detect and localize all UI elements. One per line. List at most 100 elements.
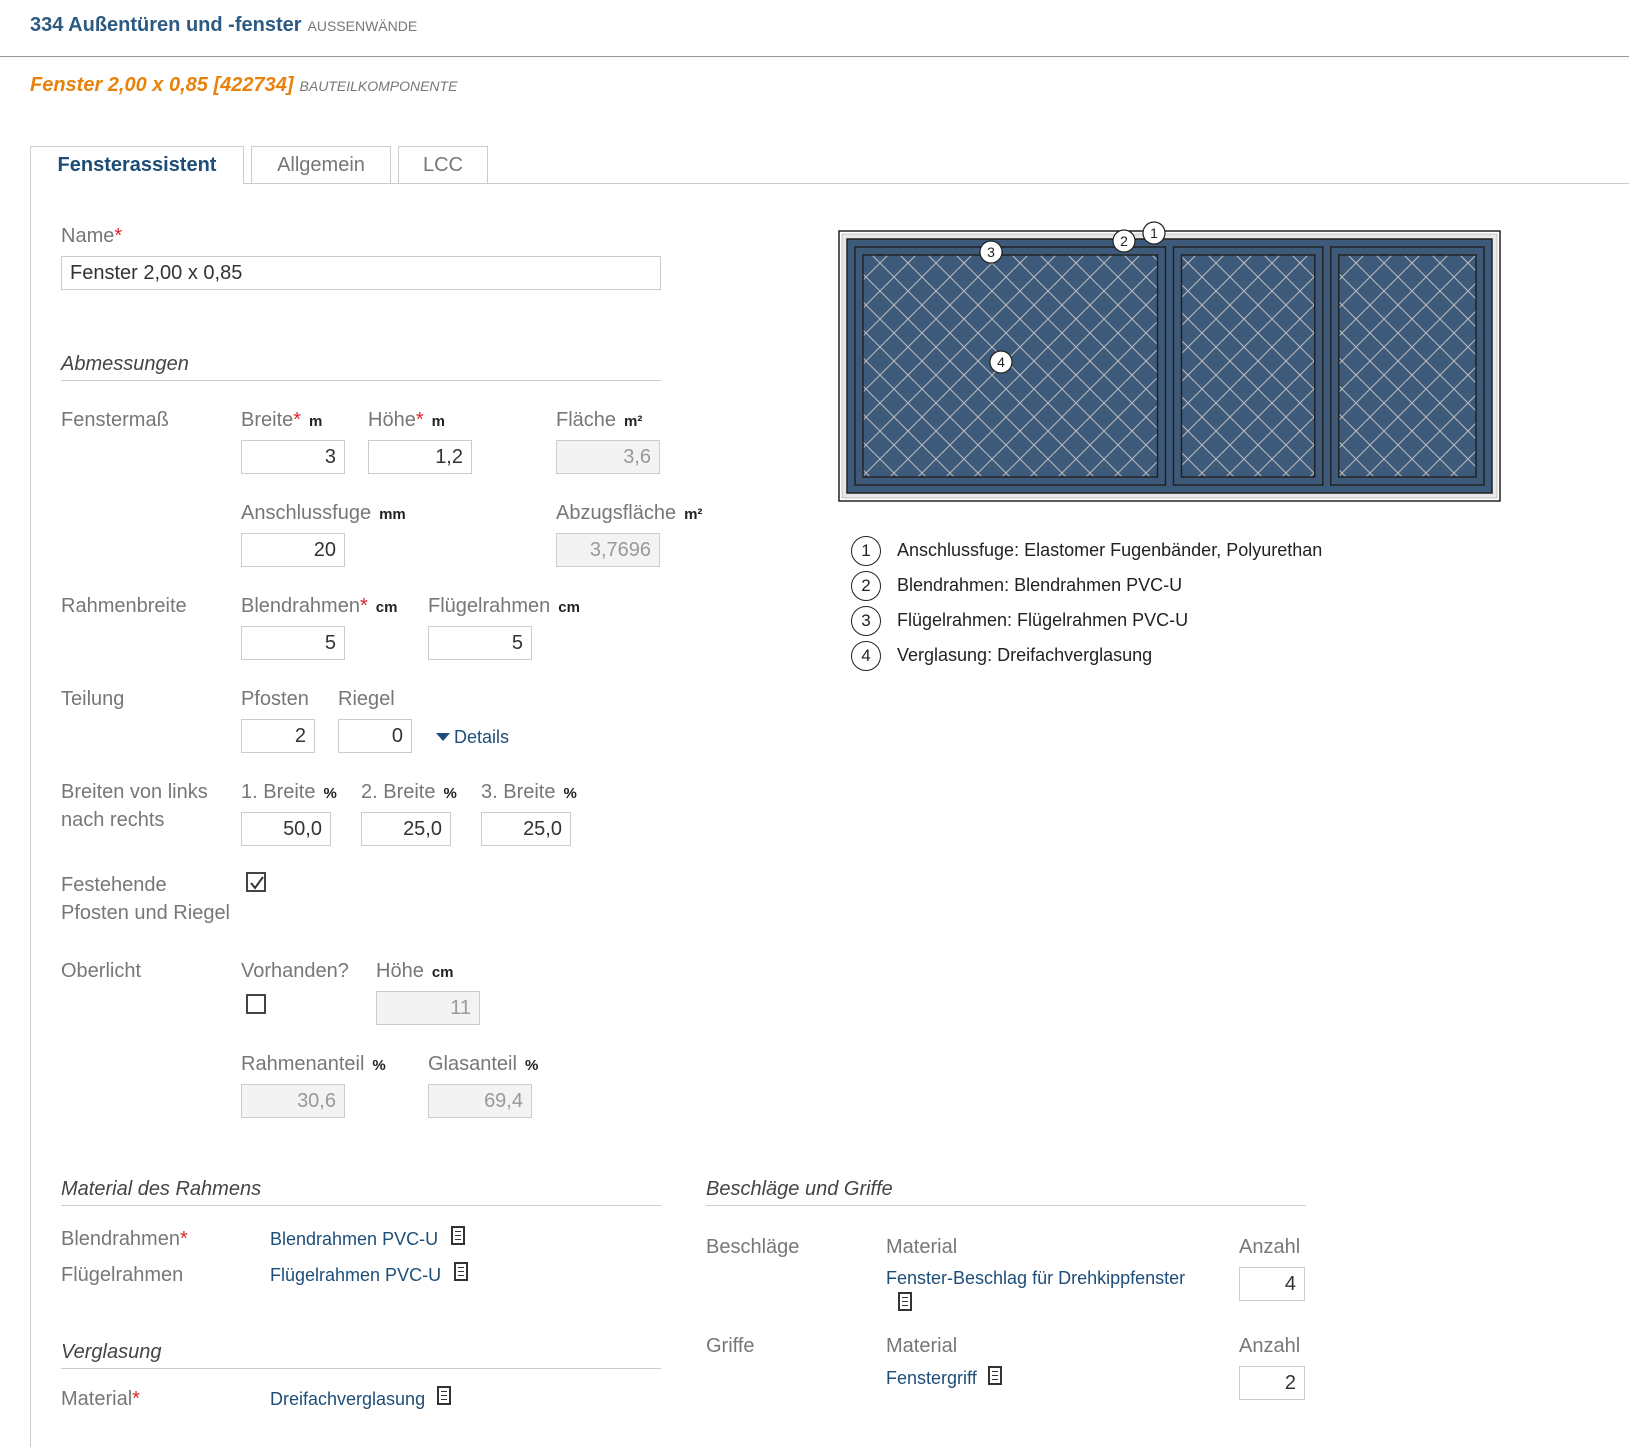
category-subtitle: AUSSENWÄNDE	[307, 18, 418, 34]
document-icon[interactable]	[454, 1262, 468, 1281]
glass-pane	[1338, 254, 1477, 478]
oberlicht-vorhanden-checkbox[interactable]	[246, 994, 266, 1014]
blendrahmen-breite-label: Blendrahmen* cm	[241, 595, 398, 617]
griffe-material-link[interactable]: Fenstergriff	[886, 1368, 977, 1389]
breite-1-input[interactable]: 50,0	[241, 812, 331, 846]
oberlicht-hoehe-input: 11	[376, 991, 480, 1025]
section-divider	[706, 1205, 1306, 1206]
legend-text: Anschlussfuge: Elastomer Fugenbänder, Po…	[897, 540, 1323, 560]
beschlaege-anzahl-input[interactable]: 4	[1239, 1267, 1305, 1301]
abzugsflaeche-value: 3,7696	[556, 533, 660, 567]
anschlussfuge-label: Anschlussfuge mm	[241, 502, 406, 524]
name-input[interactable]: Fenster 2,00 x 0,85	[61, 256, 661, 290]
breite-1-label: 1. Breite%	[241, 781, 337, 803]
name-label: Name*	[61, 225, 123, 247]
tab-lcc[interactable]: LCC	[398, 146, 488, 183]
festehende-label-line2: Pfosten und Riegel	[61, 902, 231, 924]
riegel-label: Riegel	[338, 688, 395, 710]
glass-pane	[1180, 254, 1316, 478]
document-icon[interactable]	[988, 1366, 1002, 1385]
legend-number: 2	[851, 571, 881, 601]
section-verglasung: Verglasung	[61, 1341, 162, 1363]
material-blendrahmen-label: Blendrahmen*	[61, 1228, 188, 1250]
rahmenbreite-label: Rahmenbreite	[61, 595, 187, 617]
header-divider	[0, 56, 1629, 57]
section-beschlaege-griffe: Beschläge und Griffe	[706, 1178, 893, 1200]
document-icon[interactable]	[437, 1386, 451, 1405]
abzugsflaeche-label: Abzugsfläche m²	[556, 502, 703, 524]
breite-2-input[interactable]: 25,0	[361, 812, 451, 846]
blendrahmen-breite-input[interactable]: 5	[241, 626, 345, 660]
marker-number: 3	[987, 244, 995, 260]
glasanteil-label: Glasanteil%	[428, 1053, 539, 1075]
category-title: 334 Außentüren und -fenster	[30, 14, 302, 36]
griffe-anzahl-input[interactable]: 2	[1239, 1366, 1305, 1400]
breite-2-label: 2. Breite%	[361, 781, 457, 803]
caret-down-icon	[436, 733, 450, 741]
marker-number: 2	[1120, 233, 1128, 249]
legend-number: 3	[851, 606, 881, 636]
marker-number: 4	[997, 354, 1005, 370]
festehende-checkbox[interactable]	[246, 872, 266, 892]
breiten-label-line2: nach rechts	[61, 809, 165, 831]
marker-number: 1	[1150, 225, 1158, 241]
tab-allgemein[interactable]: Allgemein	[251, 146, 391, 183]
material-fluegelrahmen-link[interactable]: Flügelrahmen PVC-U	[270, 1265, 441, 1286]
oberlicht-hoehe-label: Höhe cm	[376, 960, 454, 982]
breite-input[interactable]: 3	[241, 440, 345, 474]
component-type: BAUTEILKOMPONENTE	[299, 78, 458, 94]
component-name: Fenster 2,00 x 0,85 [422734]	[30, 74, 294, 96]
beschlaege-material-link[interactable]: Fenster-Beschlag für Drehkippfenster	[886, 1268, 1185, 1289]
legend-text: Verglasung: Dreifachverglasung	[897, 645, 1153, 665]
beschlaege-anzahl-label: Anzahl	[1239, 1236, 1301, 1258]
material-blendrahmen-link[interactable]: Blendrahmen PVC-U	[270, 1229, 438, 1250]
breite-3-input[interactable]: 25,0	[481, 812, 571, 846]
material-fluegelrahmen-label: Flügelrahmen	[61, 1264, 184, 1286]
pfosten-label: Pfosten	[241, 688, 309, 710]
fluegelrahmen-breite-label: Flügelrahmen cm	[428, 595, 580, 617]
legend-number: 1	[851, 536, 881, 566]
section-abmessungen: Abmessungen	[61, 353, 189, 375]
griffe-anzahl-label: Anzahl	[1239, 1335, 1301, 1357]
component-title: Fenster 2,00 x 0,85 [422734] BAUTEILKOMPO…	[30, 74, 457, 97]
hoehe-input[interactable]: 1,2	[368, 440, 472, 474]
fluegelrahmen-breite-input[interactable]: 5	[428, 626, 532, 660]
breiten-label-line1: Breiten von links	[61, 781, 208, 803]
hoehe-label: Höhe* m	[368, 409, 445, 431]
legend-text: Blendrahmen: Blendrahmen PVC-U	[897, 575, 1183, 595]
breite-3-label: 3. Breite%	[481, 781, 577, 803]
section-divider	[61, 1205, 661, 1206]
festehende-label-line1: Festehende	[61, 874, 167, 896]
rahmenanteil-value: 30,6	[241, 1084, 345, 1118]
section-divider	[61, 1368, 661, 1369]
checkmark-icon	[250, 876, 264, 890]
beschlaege-label: Beschläge	[706, 1236, 800, 1258]
vorhanden-label: Vorhanden?	[241, 960, 349, 982]
details-toggle[interactable]: Details	[436, 727, 509, 748]
legend-number: 4	[851, 641, 881, 671]
section-divider	[61, 380, 661, 381]
griffe-label: Griffe	[706, 1335, 755, 1357]
fenstermass-label: Fenstermaß	[61, 409, 169, 431]
page-title: 334 Außentüren und -fenster AUSSENWÄNDE	[30, 14, 417, 37]
document-icon[interactable]	[898, 1292, 912, 1311]
verglasung-material-label: Material*	[61, 1388, 140, 1410]
oberlicht-label: Oberlicht	[61, 960, 142, 982]
anschlussfuge-input[interactable]: 20	[241, 533, 345, 567]
tab-fensterassistent[interactable]: Fensterassistent	[30, 146, 244, 184]
pfosten-input[interactable]: 2	[241, 719, 315, 753]
legend-text: Flügelrahmen: Flügelrahmen PVC-U	[897, 610, 1189, 630]
beschlaege-material-label: Material	[886, 1236, 958, 1258]
window-diagram: 1 2 3 4	[838, 221, 1501, 502]
document-icon[interactable]	[451, 1226, 465, 1245]
rahmenanteil-label: Rahmenanteil%	[241, 1053, 386, 1075]
riegel-input[interactable]: 0	[338, 719, 412, 753]
griffe-material-label: Material	[886, 1335, 958, 1357]
glasanteil-value: 69,4	[428, 1084, 532, 1118]
teilung-label: Teilung	[61, 688, 125, 710]
flaeche-label: Fläche m²	[556, 409, 643, 431]
breite-label: Breite* m	[241, 409, 323, 431]
flaeche-value: 3,6	[556, 440, 660, 474]
verglasung-material-link[interactable]: Dreifachverglasung	[270, 1389, 425, 1410]
section-material-rahmen: Material des Rahmens	[61, 1178, 262, 1200]
